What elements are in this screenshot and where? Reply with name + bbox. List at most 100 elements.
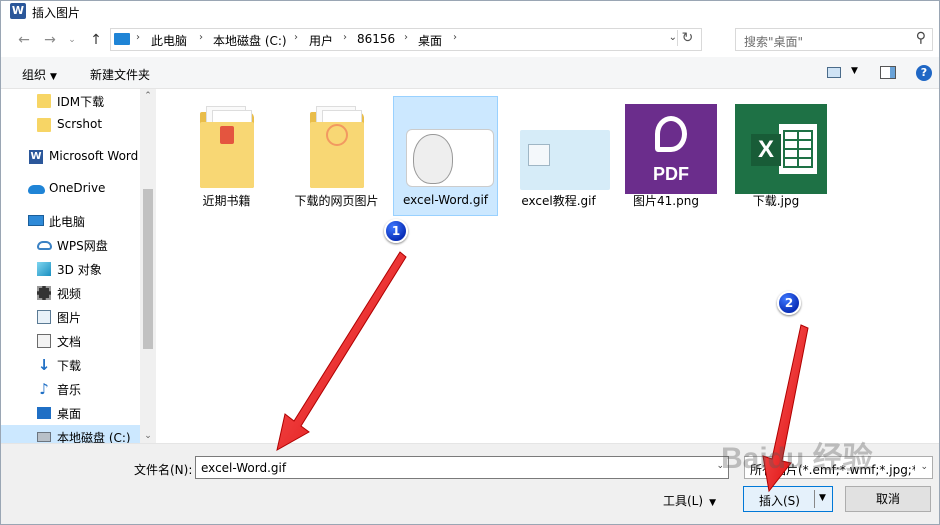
- caret-down-icon: ▼: [50, 72, 57, 82]
- forward-arrow-icon[interactable]: →: [39, 31, 61, 49]
- scroll-down-icon[interactable]: ⌄: [140, 431, 156, 441]
- chevron-right-icon[interactable]: ›: [343, 32, 347, 43]
- step-badge-2: 2: [777, 291, 801, 315]
- command-toolbar: 组织 ▼ 新建文件夹 ▼ ?: [1, 57, 939, 89]
- file-tile-download-jpg[interactable]: X 下载.jpg: [721, 96, 831, 216]
- drive-icon: [37, 432, 51, 442]
- cancel-button[interactable]: 取消: [845, 486, 931, 512]
- sidebar-item-videos[interactable]: 视频: [1, 281, 141, 304]
- breadcrumb-user-86156[interactable]: 86156: [357, 32, 395, 46]
- sidebar-item-this-pc[interactable]: 此电脑: [1, 209, 141, 232]
- caret-down-icon[interactable]: ▼: [819, 493, 826, 503]
- breadcrumb-users[interactable]: 用户: [309, 32, 333, 49]
- sidebar-item-label: 音乐: [57, 383, 82, 397]
- sidebar-item-music[interactable]: ♪ 音乐: [1, 377, 141, 400]
- file-name: 近期书籍: [202, 194, 251, 208]
- recent-locations-icon[interactable]: ⌄: [61, 31, 83, 49]
- chevron-right-icon[interactable]: ›: [294, 32, 298, 43]
- sidebar-item-label: 视频: [57, 287, 82, 301]
- refresh-icon[interactable]: ↻: [677, 30, 697, 46]
- scroll-up-icon[interactable]: ⌃: [140, 91, 156, 101]
- sidebar-item-label: 此电脑: [49, 215, 86, 229]
- file-tile-recent-books[interactable]: 近期书籍: [178, 96, 275, 216]
- image-thumbnail: PDF: [617, 100, 717, 194]
- file-tile-excel-tutorial-gif[interactable]: excel教程.gif: [506, 96, 611, 216]
- watermark: Baidu 经验: [721, 442, 873, 475]
- address-bar[interactable]: › 此电脑 › 本地磁盘 (C:) › 用户 › 86156 › 桌面 › ⌄ …: [110, 28, 702, 51]
- file-tile-image41-png[interactable]: PDF 图片41.png: [611, 96, 721, 216]
- sidebar-item-microsoft-word[interactable]: W Microsoft Word: [1, 145, 141, 168]
- computer-icon: [28, 215, 44, 226]
- file-name: 下载的网页图片: [294, 194, 379, 208]
- sidebar-item-idm-download[interactable]: IDM下载: [1, 89, 141, 112]
- title-bar: W 插入图片: [1, 1, 939, 23]
- sidebar-item-desktop[interactable]: 桌面: [1, 401, 141, 424]
- insert-button-label: 插入(S): [759, 494, 800, 508]
- word-app-icon: W: [10, 3, 26, 19]
- filename-input[interactable]: excel-Word.gif ⌄: [195, 456, 729, 479]
- scrollbar-thumb[interactable]: [143, 189, 153, 349]
- chevron-right-icon[interactable]: ›: [136, 32, 140, 43]
- picture-icon: [37, 310, 51, 324]
- file-tile-excel-word-gif[interactable]: excel-Word.gif: [393, 96, 498, 216]
- chevron-right-icon[interactable]: ›: [453, 32, 457, 43]
- breadcrumb-this-pc[interactable]: 此电脑: [151, 32, 187, 49]
- sidebar-item-onedrive[interactable]: OneDrive: [1, 177, 141, 200]
- navigation-pane: IDM下载 Scrshot W Microsoft Word OneDrive …: [1, 89, 156, 443]
- cloud-icon: [28, 185, 45, 194]
- excel-logo-icon: X: [735, 104, 827, 194]
- sidebar-item-label: WPS网盘: [57, 239, 108, 253]
- back-arrow-icon[interactable]: ←: [13, 31, 35, 49]
- breadcrumb-local-disk[interactable]: 本地磁盘 (C:): [213, 32, 287, 49]
- image-thumbnail: [512, 100, 610, 190]
- filename-value: excel-Word.gif: [201, 461, 287, 475]
- tools-menu[interactable]: 工具(L) ▼: [663, 492, 716, 509]
- sidebar-item-label: Scrshot: [57, 117, 103, 131]
- sidebar-item-scrshot[interactable]: Scrshot: [1, 113, 141, 136]
- file-name: 图片41.png: [633, 194, 699, 208]
- tools-label: 工具(L): [663, 494, 704, 508]
- split-divider: [814, 490, 815, 508]
- chevron-down-icon[interactable]: ⌄: [669, 32, 677, 43]
- folder-icon: [294, 100, 379, 188]
- file-name: excel教程.gif: [521, 194, 596, 208]
- organize-menu[interactable]: 组织 ▼: [22, 66, 57, 83]
- insert-picture-dialog: W 插入图片 ← → ⌄ ↑ › 此电脑 › 本地磁盘 (C:) › 用户 › …: [0, 0, 940, 525]
- meme-face-icon: [413, 134, 453, 184]
- caret-down-icon: ▼: [709, 498, 716, 508]
- folder-icon: [37, 118, 51, 132]
- sidebar-item-label: 文档: [57, 335, 82, 349]
- download-icon: ↓: [37, 356, 51, 374]
- insert-button[interactable]: 插入(S) ▼: [743, 486, 833, 512]
- sidebar-item-wps-cloud[interactable]: WPS网盘: [1, 233, 141, 256]
- sidebar-item-label: 3D 对象: [57, 263, 102, 277]
- filename-label: 文件名(N):: [134, 463, 193, 477]
- search-icon[interactable]: ⚲: [916, 30, 926, 46]
- sidebar-item-pictures[interactable]: 图片: [1, 305, 141, 328]
- help-icon[interactable]: ?: [916, 65, 932, 81]
- window-title: 插入图片: [32, 6, 81, 20]
- desktop-icon: [37, 407, 51, 419]
- change-view-icon[interactable]: [827, 67, 841, 78]
- chevron-right-icon[interactable]: ›: [404, 32, 408, 43]
- sidebar-item-label: OneDrive: [49, 181, 106, 195]
- pdf-logo-icon: PDF: [625, 104, 717, 194]
- caret-down-icon[interactable]: ▼: [851, 66, 858, 76]
- sidebar-scrollbar[interactable]: ⌃ ⌄: [140, 89, 156, 443]
- sidebar-item-3d-objects[interactable]: 3D 对象: [1, 257, 141, 280]
- sidebar-item-local-disk[interactable]: 本地磁盘 (C:): [1, 425, 141, 443]
- sidebar-item-documents[interactable]: 文档: [1, 329, 141, 352]
- search-box[interactable]: 搜索"桌面" ⚲: [735, 28, 933, 51]
- folder-icon: [184, 100, 269, 188]
- sidebar-item-label: 本地磁盘 (C:): [57, 431, 131, 443]
- step-badge-1: 1: [384, 219, 408, 243]
- up-arrow-icon[interactable]: ↑: [85, 31, 107, 49]
- image-thumbnail: X: [727, 100, 827, 194]
- file-tile-downloaded-images[interactable]: 下载的网页图片: [288, 96, 385, 216]
- sidebar-item-downloads[interactable]: ↓ 下载: [1, 353, 141, 376]
- chevron-right-icon[interactable]: ›: [199, 32, 203, 43]
- sidebar-item-label: Microsoft Word: [49, 149, 139, 163]
- new-folder-button[interactable]: 新建文件夹: [90, 66, 150, 83]
- preview-pane-icon[interactable]: [880, 66, 896, 79]
- breadcrumb-desktop[interactable]: 桌面: [418, 32, 442, 49]
